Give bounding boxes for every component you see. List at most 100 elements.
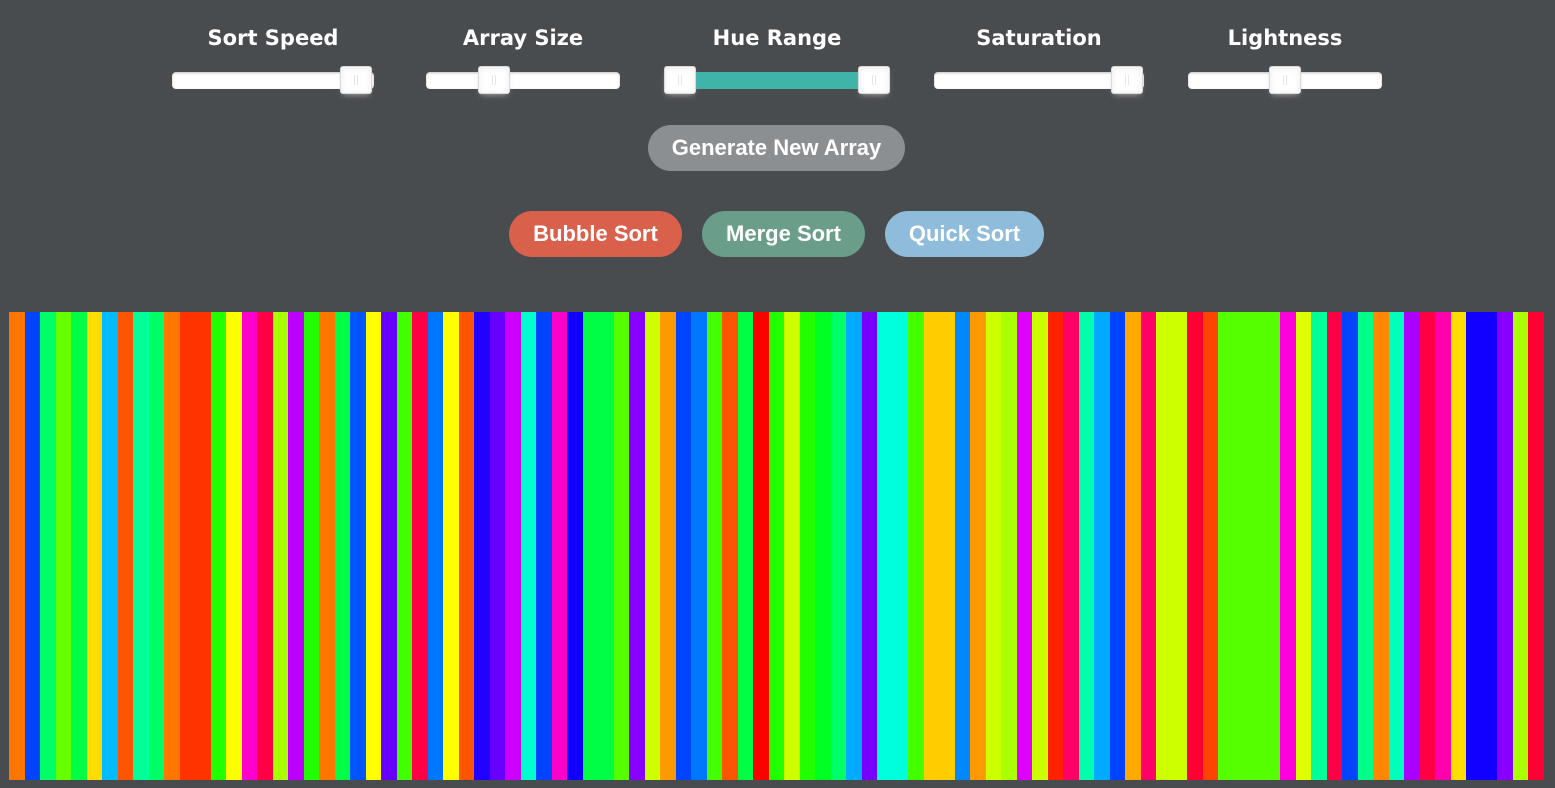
array-bar bbox=[722, 312, 738, 780]
array-bar bbox=[707, 312, 722, 780]
hue-range-low-handle[interactable] bbox=[663, 66, 696, 94]
array-bar bbox=[149, 312, 164, 780]
array-bar bbox=[1482, 312, 1497, 780]
array-bar bbox=[629, 312, 645, 780]
array-bar bbox=[1187, 312, 1203, 780]
array-bar bbox=[1141, 312, 1156, 780]
array-bar bbox=[552, 312, 567, 780]
array-bar bbox=[412, 312, 428, 780]
array-bar bbox=[304, 312, 319, 780]
array-bar bbox=[1156, 312, 1172, 780]
array-bar bbox=[1373, 312, 1389, 780]
array-bar bbox=[862, 312, 877, 780]
array-bar bbox=[1466, 312, 1482, 780]
array-bar bbox=[1311, 312, 1327, 780]
array-bar bbox=[970, 312, 986, 780]
array-bar bbox=[583, 312, 598, 780]
array-bar bbox=[226, 312, 242, 780]
array-bar bbox=[521, 312, 536, 780]
array-size-handle[interactable] bbox=[477, 66, 510, 94]
array-bar bbox=[660, 312, 676, 780]
array-bar bbox=[87, 312, 102, 780]
array-bar bbox=[102, 312, 118, 780]
array-bar bbox=[397, 312, 412, 780]
array-bar bbox=[1079, 312, 1094, 780]
array-bar bbox=[738, 312, 753, 780]
array-bar bbox=[815, 312, 831, 780]
hue-range-slider[interactable] bbox=[664, 72, 890, 89]
array-bar bbox=[986, 312, 1001, 780]
hue-range-high-handle[interactable] bbox=[858, 66, 891, 94]
array-bar bbox=[273, 312, 288, 780]
array-bar bbox=[1265, 312, 1280, 780]
array-bar bbox=[1218, 312, 1234, 780]
array-bar bbox=[908, 312, 924, 780]
array-bar bbox=[1017, 312, 1032, 780]
array-bar bbox=[1249, 312, 1265, 780]
saturation-handle[interactable] bbox=[1111, 66, 1144, 94]
array-visualization bbox=[9, 312, 1544, 780]
array-bar bbox=[1513, 312, 1528, 780]
array-bar bbox=[645, 312, 660, 780]
array-bar bbox=[443, 312, 459, 780]
array-bar bbox=[1172, 312, 1187, 780]
merge-sort-button[interactable]: Merge Sort bbox=[702, 211, 865, 257]
sort-speed-label: Sort Speed bbox=[207, 26, 339, 50]
array-bar bbox=[1327, 312, 1342, 780]
saturation-label: Saturation bbox=[976, 26, 1102, 50]
hue-range-label: Hue Range bbox=[712, 26, 842, 50]
array-bar bbox=[459, 312, 474, 780]
array-bar bbox=[350, 312, 366, 780]
array-size-label: Array Size bbox=[462, 26, 584, 50]
quick-sort-button[interactable]: Quick Sort bbox=[885, 211, 1044, 257]
array-bar bbox=[1032, 312, 1048, 780]
array-bar bbox=[195, 312, 211, 780]
array-bar bbox=[1389, 312, 1404, 780]
lightness-label: Lightness bbox=[1227, 26, 1343, 50]
array-bar bbox=[598, 312, 614, 780]
array-bar bbox=[1342, 312, 1358, 780]
array-bar bbox=[614, 312, 629, 780]
array-bar bbox=[877, 312, 893, 780]
array-bar bbox=[180, 312, 195, 780]
array-bar bbox=[428, 312, 443, 780]
array-bar bbox=[211, 312, 226, 780]
array-bar bbox=[1203, 312, 1218, 780]
array-bar bbox=[56, 312, 71, 780]
array-bar bbox=[955, 312, 970, 780]
array-bar bbox=[1497, 312, 1513, 780]
array-bar bbox=[1404, 312, 1420, 780]
array-bar bbox=[800, 312, 815, 780]
array-bar bbox=[676, 312, 691, 780]
array-bar bbox=[118, 312, 133, 780]
array-bar bbox=[71, 312, 87, 780]
array-bar bbox=[1063, 312, 1079, 780]
array-size-slider[interactable] bbox=[426, 72, 620, 89]
array-bar bbox=[1001, 312, 1017, 780]
array-bar bbox=[846, 312, 862, 780]
array-bar bbox=[25, 312, 40, 780]
array-bar bbox=[1451, 312, 1466, 780]
array-bar bbox=[536, 312, 552, 780]
generate-new-array-button[interactable]: Generate New Array bbox=[648, 125, 905, 171]
array-bar bbox=[1296, 312, 1311, 780]
array-bar bbox=[319, 312, 335, 780]
sort-speed-handle[interactable] bbox=[339, 66, 372, 94]
array-bar bbox=[691, 312, 707, 780]
array-bar bbox=[769, 312, 784, 780]
array-bar bbox=[1110, 312, 1125, 780]
array-bar bbox=[1435, 312, 1451, 780]
array-bar bbox=[1048, 312, 1063, 780]
lightness-handle[interactable] bbox=[1269, 66, 1301, 94]
array-bar bbox=[1125, 312, 1141, 780]
array-bar bbox=[366, 312, 381, 780]
array-bar bbox=[784, 312, 800, 780]
array-bar bbox=[381, 312, 397, 780]
array-bar bbox=[1280, 312, 1296, 780]
array-bar bbox=[9, 312, 25, 780]
array-bar bbox=[40, 312, 56, 780]
bubble-sort-button[interactable]: Bubble Sort bbox=[509, 211, 682, 257]
array-bar bbox=[753, 312, 769, 780]
array-bar bbox=[164, 312, 180, 780]
array-bar bbox=[1094, 312, 1110, 780]
